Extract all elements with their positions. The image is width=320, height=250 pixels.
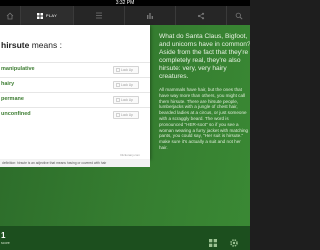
- chart-icon: [147, 13, 153, 19]
- lookup-icon: [116, 113, 120, 117]
- heading-line: completely real, they're also: [159, 57, 241, 64]
- quiz-card: hirsute means : manipulative Look Up hai…: [0, 25, 150, 159]
- explanation-heading: What do Santa Claus, Bigfoot, and unicor…: [159, 33, 250, 81]
- body-line: make sure it's actually a suit and not h…: [159, 139, 241, 145]
- answer-option[interactable]: hairy Look Up: [0, 77, 150, 92]
- list-icon: [96, 12, 102, 19]
- look-up-button[interactable]: Look Up: [113, 96, 139, 104]
- body-line: hair.: [159, 144, 168, 150]
- card-footer: Dictionary.com: [120, 153, 140, 157]
- score-label: score: [1, 241, 10, 245]
- heading-line: creatures.: [159, 73, 189, 80]
- answer-option[interactable]: manipulative Look Up: [0, 62, 150, 77]
- answer-option[interactable]: permane Look Up: [0, 92, 150, 107]
- heading-line: What do Santa Claus, Bigfoot,: [159, 33, 248, 40]
- answer-label: hairy: [1, 81, 15, 87]
- look-up-button[interactable]: Look Up: [113, 81, 139, 89]
- look-up-button[interactable]: Look Up: [113, 111, 139, 119]
- tab-stats[interactable]: [125, 6, 175, 25]
- share-icon: [197, 12, 205, 19]
- explanation-panel: What do Santa Claus, Bigfoot, and unicor…: [159, 33, 250, 151]
- question-title: hirsute means :: [1, 40, 62, 50]
- question-word: hirsute: [1, 40, 30, 50]
- grid-icon[interactable]: [209, 239, 217, 247]
- definition-bar: definition: hirsute is an adjective that…: [0, 159, 150, 167]
- main-area: hirsute means : manipulative Look Up hai…: [0, 25, 250, 250]
- answer-label: unconfined: [1, 111, 31, 117]
- heading-line: and unicorns have in common?: [159, 41, 250, 48]
- answer-label: permane: [1, 96, 24, 102]
- look-up-label: Look Up: [121, 98, 133, 102]
- tab-play[interactable]: PLAY: [21, 6, 73, 25]
- explanation-body: All mammals have hair, but the ones that…: [159, 87, 250, 151]
- tab-play-label: PLAY: [45, 13, 58, 18]
- lookup-icon: [116, 68, 120, 72]
- grid-icon: [36, 12, 43, 19]
- top-nav: PLAY: [0, 6, 250, 25]
- heading-line: hirsute: very, very hairy: [159, 65, 227, 72]
- lookup-icon: [116, 98, 120, 102]
- tab-share[interactable]: [176, 6, 226, 25]
- body-line: have way more than others, you might cal…: [159, 92, 246, 98]
- look-up-label: Look Up: [121, 83, 133, 87]
- heading-line: Aside from the fact that they're: [159, 49, 249, 56]
- score-value: 1: [1, 231, 6, 240]
- question-means: means :: [31, 40, 62, 50]
- look-up-button[interactable]: Look Up: [113, 66, 139, 74]
- tab-home[interactable]: [0, 6, 20, 25]
- body-line: All mammals have hair, but the ones that: [159, 87, 242, 92]
- body-line: pronounced "HER-soot" so if you see a: [159, 121, 239, 127]
- look-up-label: Look Up: [121, 68, 133, 72]
- tab-search[interactable]: [227, 6, 250, 25]
- answer-option[interactable]: unconfined Look Up: [0, 107, 150, 122]
- answer-label: manipulative: [1, 66, 35, 72]
- search-icon: [235, 12, 243, 20]
- look-up-label: Look Up: [121, 113, 133, 117]
- bottom-bar: 1 score: [0, 226, 250, 250]
- tab-list[interactable]: [74, 6, 124, 25]
- lookup-icon: [116, 83, 120, 87]
- gear-icon[interactable]: [229, 238, 239, 248]
- home-icon: [6, 12, 14, 19]
